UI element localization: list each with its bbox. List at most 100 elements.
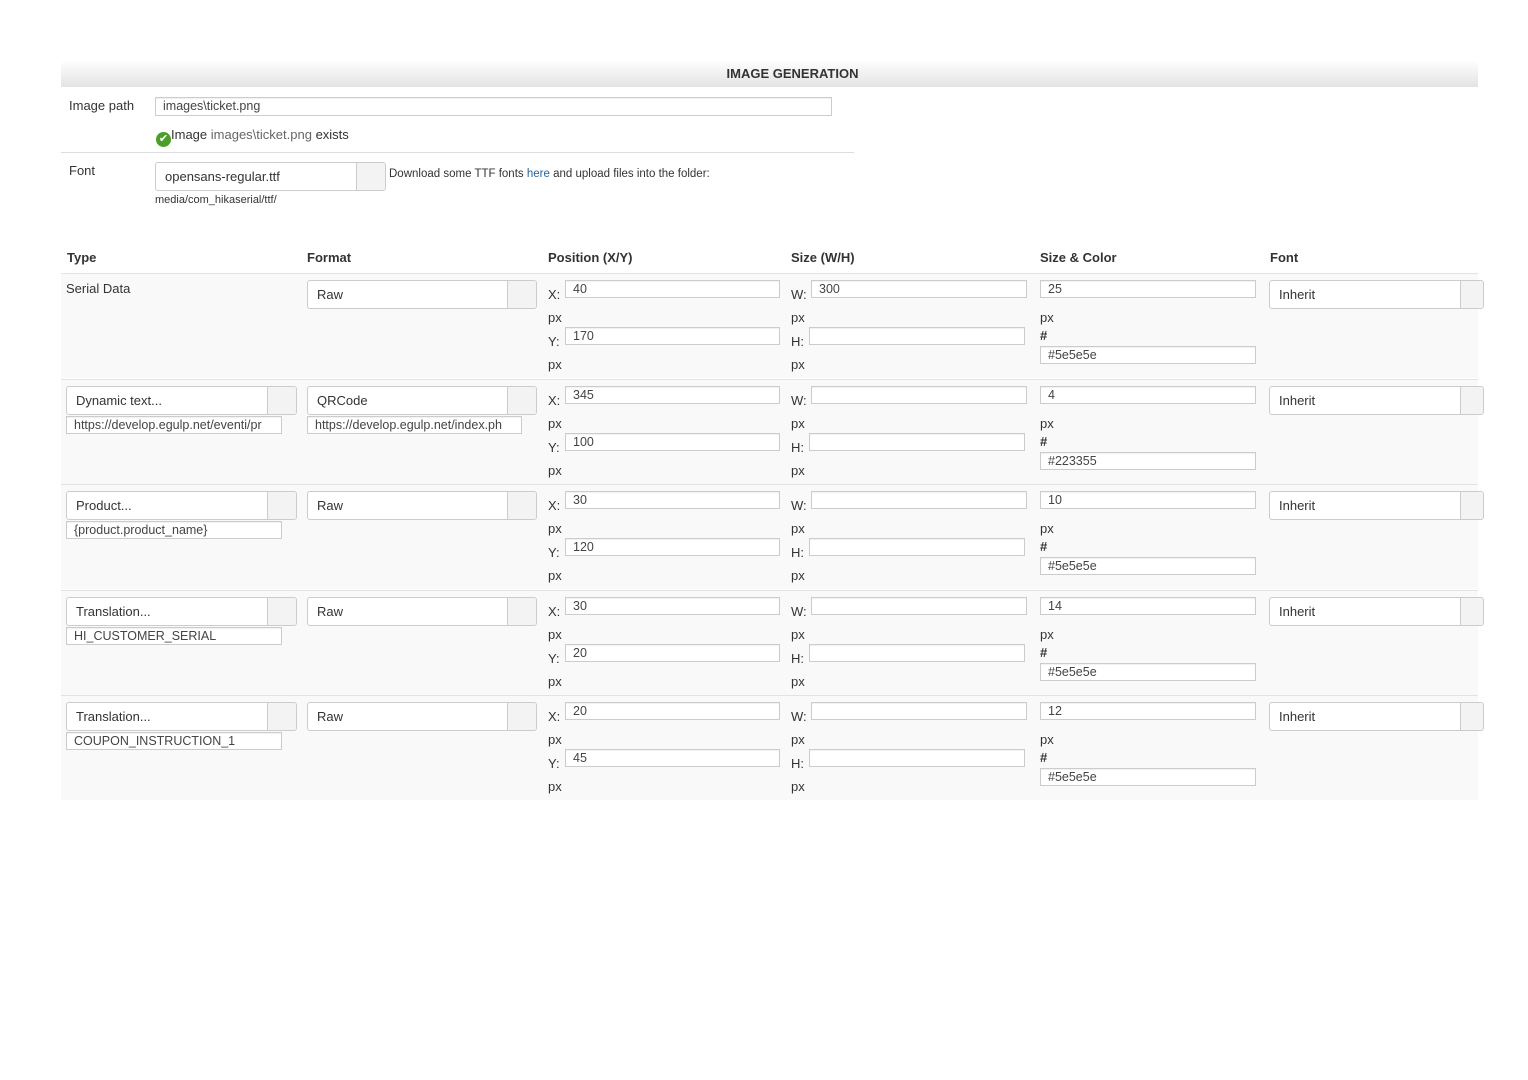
- x-input[interactable]: 30: [565, 597, 780, 615]
- y-input[interactable]: 45: [565, 749, 780, 767]
- font-size-input[interactable]: 12: [1040, 702, 1256, 720]
- help-text-2: and upload files into the folder:: [553, 168, 710, 180]
- format-value: Raw: [317, 287, 344, 302]
- format-select[interactable]: Raw: [307, 702, 537, 731]
- h-input[interactable]: [809, 433, 1025, 451]
- font-help: Download some TTF fonts here and upload …: [389, 168, 710, 180]
- font-dropdown-button[interactable]: [1460, 387, 1483, 414]
- color-input[interactable]: #5e5e5e: [1040, 557, 1256, 575]
- w-label: W:: [791, 498, 807, 513]
- h-label: H:: [791, 334, 804, 349]
- h-input[interactable]: [809, 538, 1025, 556]
- color-input[interactable]: #5e5e5e: [1040, 346, 1256, 364]
- font-dropdown-button[interactable]: [1460, 281, 1483, 308]
- format-value: Raw: [317, 709, 344, 724]
- y-input[interactable]: 120: [565, 538, 780, 556]
- browse-button[interactable]: [356, 163, 385, 190]
- x-label: X:: [548, 604, 561, 619]
- font-select[interactable]: Inherit: [1269, 386, 1484, 415]
- font-select[interactable]: Inherit: [1269, 280, 1484, 309]
- fonts-link[interactable]: here: [527, 168, 550, 180]
- check-icon: ✔: [156, 132, 171, 147]
- image-path-input[interactable]: images\ticket.png: [155, 97, 832, 116]
- format-dropdown-button[interactable]: [507, 598, 536, 625]
- w-input[interactable]: 300: [811, 280, 1027, 298]
- px-label: px: [548, 568, 562, 583]
- font-select-value: Inherit: [1279, 709, 1316, 724]
- h-input[interactable]: [809, 749, 1025, 767]
- px-label: px: [791, 627, 805, 642]
- type-dropdown-button[interactable]: [267, 387, 296, 414]
- font-size-input[interactable]: 14: [1040, 597, 1256, 615]
- type-select-value: Product...: [76, 498, 132, 513]
- col-font: Font: [1270, 250, 1299, 265]
- px-label: px: [548, 416, 562, 431]
- y-label: Y:: [548, 545, 560, 560]
- color-input[interactable]: #5e5e5e: [1040, 663, 1256, 681]
- w-input[interactable]: [811, 702, 1027, 720]
- w-input[interactable]: [811, 597, 1027, 615]
- x-input[interactable]: 40: [565, 280, 780, 298]
- px-label: px: [548, 674, 562, 689]
- col-size-color: Size & Color: [1040, 250, 1117, 265]
- font-select-value: Inherit: [1279, 498, 1316, 513]
- type-value-input[interactable]: {product.product_name}: [66, 521, 282, 539]
- x-label: X:: [548, 393, 561, 408]
- type-dropdown-button[interactable]: [267, 492, 296, 519]
- type-value-input[interactable]: HI_CUSTOMER_SERIAL: [66, 627, 282, 645]
- font-select-value: Inherit: [1279, 287, 1316, 302]
- type-select[interactable]: Product...: [66, 491, 297, 520]
- font-size-input[interactable]: 25: [1040, 280, 1256, 298]
- x-input[interactable]: 30: [565, 491, 780, 509]
- font-size-input[interactable]: 10: [1040, 491, 1256, 509]
- type-dropdown-button[interactable]: [267, 598, 296, 625]
- hash-label: #: [1040, 645, 1048, 660]
- format-select[interactable]: Raw: [307, 280, 537, 309]
- font-select[interactable]: Inherit: [1269, 491, 1484, 520]
- type-value-input[interactable]: https://develop.egulp.net/eventi/pr: [66, 416, 282, 434]
- type-label: Serial Data: [66, 281, 131, 296]
- image-path-label: Image path: [69, 98, 135, 113]
- format-select[interactable]: Raw: [307, 491, 537, 520]
- color-input[interactable]: #223355: [1040, 452, 1256, 470]
- font-select-value: Inherit: [1279, 393, 1316, 408]
- format-dropdown-button[interactable]: [507, 492, 536, 519]
- font-file-select[interactable]: opensans-regular.ttf: [155, 162, 386, 191]
- y-input[interactable]: 170: [565, 327, 780, 345]
- y-label: Y:: [548, 334, 560, 349]
- font-size-input[interactable]: 4: [1040, 386, 1256, 404]
- w-input[interactable]: [811, 491, 1027, 509]
- px-label: px: [548, 357, 562, 372]
- h-input[interactable]: [809, 644, 1025, 662]
- format-dropdown-button[interactable]: [507, 387, 536, 414]
- color-input[interactable]: #5e5e5e: [1040, 768, 1256, 786]
- help-text: Download some TTF fonts: [389, 168, 524, 180]
- x-input[interactable]: 20: [565, 702, 780, 720]
- type-select[interactable]: Dynamic text...: [66, 386, 297, 415]
- x-input[interactable]: 345: [565, 386, 780, 404]
- font-select[interactable]: Inherit: [1269, 702, 1484, 731]
- format-select[interactable]: QRCode: [307, 386, 537, 415]
- h-input[interactable]: [809, 327, 1025, 345]
- format-dropdown-button[interactable]: [507, 703, 536, 730]
- format-select[interactable]: Raw: [307, 597, 537, 626]
- font-select[interactable]: Inherit: [1269, 597, 1484, 626]
- w-input[interactable]: [811, 386, 1027, 404]
- format-value-input[interactable]: https://develop.egulp.net/index.ph: [307, 416, 522, 434]
- type-select[interactable]: Translation...: [66, 597, 297, 626]
- format-dropdown-button[interactable]: [507, 281, 536, 308]
- type-select[interactable]: Translation...: [66, 702, 297, 731]
- y-input[interactable]: 20: [565, 644, 780, 662]
- px-label: px: [791, 357, 805, 372]
- font-dropdown-button[interactable]: [1460, 703, 1483, 730]
- font-dropdown-button[interactable]: [1460, 492, 1483, 519]
- type-value-input[interactable]: COUPON_INSTRUCTION_1: [66, 732, 282, 750]
- status-suffix: exists: [315, 127, 349, 142]
- hash-label: #: [1040, 328, 1048, 343]
- font-dropdown-button[interactable]: [1460, 598, 1483, 625]
- type-dropdown-button[interactable]: [267, 703, 296, 730]
- font-file-value: opensans-regular.ttf: [165, 169, 280, 184]
- image-status: ✔ Image images\ticket.png exists: [156, 127, 349, 147]
- w-label: W:: [791, 287, 807, 302]
- y-input[interactable]: 100: [565, 433, 780, 451]
